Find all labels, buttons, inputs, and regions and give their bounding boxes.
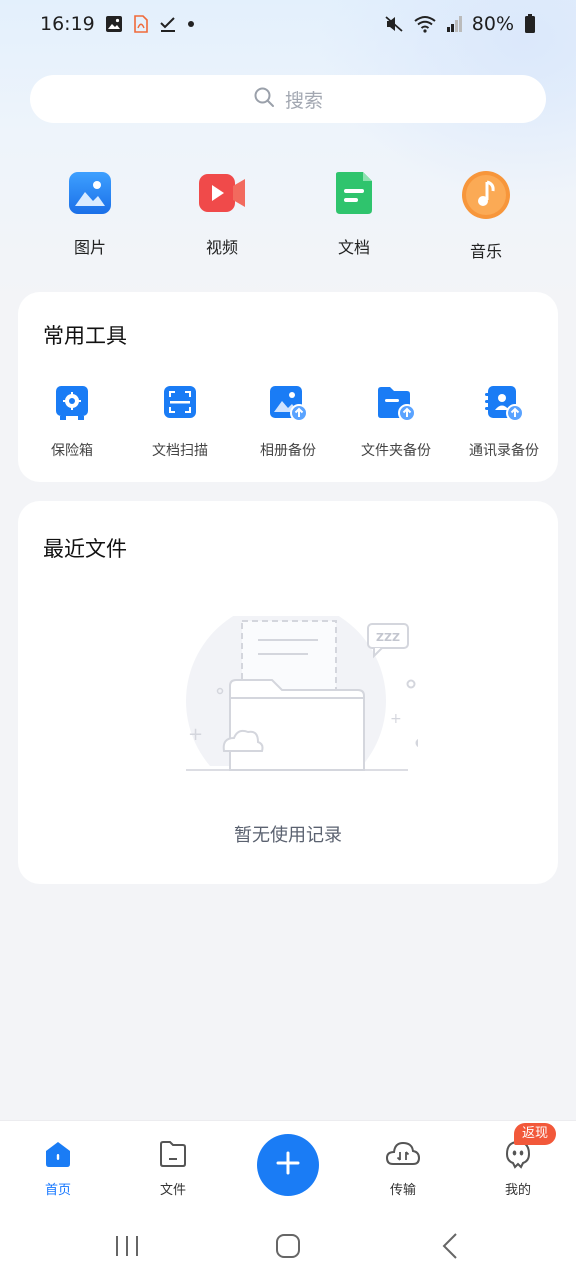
tool-safe[interactable]: 保险箱 — [18, 384, 126, 460]
nav-label: 我的 — [504, 1183, 531, 1198]
cashback-badge: 返现 — [514, 1123, 557, 1145]
transfer-cloud-icon — [385, 1139, 421, 1173]
category-music[interactable]: 音乐 — [436, 170, 536, 262]
battery-percentage: 80% — [471, 13, 514, 35]
scan-icon — [162, 384, 198, 426]
safe-icon — [54, 384, 90, 426]
tool-scan[interactable]: 文档扫描 — [126, 384, 234, 460]
nav-transfer[interactable]: 传输 — [363, 1139, 443, 1198]
sleep-zzz-text: ZZZ — [376, 631, 400, 644]
task-done-icon — [159, 15, 177, 33]
category-documents[interactable]: 文档 — [304, 170, 404, 258]
video-icon — [197, 170, 247, 220]
tool-label: 相册备份 — [260, 443, 316, 459]
tool-label: 保险箱 — [51, 443, 93, 459]
category-label: 音乐 — [469, 242, 502, 261]
signal-icon — [446, 15, 462, 33]
common-tools-title: 常用工具 — [43, 324, 127, 348]
common-tools-card: 常用工具 保险箱 文档扫描 相册备份 文件夹备份 通讯录备份 — [18, 292, 558, 482]
battery-icon — [524, 14, 536, 34]
recent-files-card: 最近文件 ZZZ + + 暂无使用记录 — [18, 501, 558, 884]
add-button[interactable] — [257, 1134, 319, 1196]
recent-files-title: 最近文件 — [43, 537, 127, 561]
nav-files[interactable]: 文件 — [133, 1139, 213, 1198]
svg-text:+: + — [390, 711, 402, 727]
file-icon — [158, 1139, 188, 1173]
more-notifications-dot-icon — [187, 20, 195, 28]
nav-home[interactable]: 首页 — [18, 1139, 98, 1198]
status-time: 16:19 — [40, 13, 95, 35]
image-icon — [67, 170, 113, 220]
tool-label: 文档扫描 — [152, 443, 208, 459]
tool-label: 文件夹备份 — [361, 443, 431, 459]
search-bar[interactable]: 搜索 — [30, 75, 546, 123]
wifi-icon — [414, 15, 436, 33]
search-icon — [253, 86, 275, 113]
home-system-icon[interactable] — [275, 1233, 301, 1263]
music-icon — [461, 170, 511, 224]
mute-icon — [384, 15, 404, 33]
empty-state-text: 暂无使用记录 — [234, 825, 342, 846]
nav-label: 首页 — [44, 1183, 71, 1198]
contacts-backup-icon — [484, 384, 524, 426]
plus-icon — [276, 1151, 300, 1179]
back-icon[interactable] — [440, 1232, 460, 1264]
tool-contacts-backup[interactable]: 通讯录备份 — [450, 384, 558, 460]
category-label: 文档 — [337, 238, 370, 257]
tool-folder-backup[interactable]: 文件夹备份 — [342, 384, 450, 460]
tool-label: 通讯录备份 — [469, 443, 539, 459]
category-label: 图片 — [73, 238, 106, 257]
recent-apps-icon[interactable] — [114, 1234, 140, 1262]
album-backup-icon — [268, 384, 308, 426]
category-label: 视频 — [205, 238, 238, 257]
search-placeholder: 搜索 — [284, 89, 323, 112]
status-bar: 16:19 80% — [0, 0, 576, 48]
home-icon — [43, 1139, 73, 1173]
category-videos[interactable]: 视频 — [172, 170, 272, 258]
svg-text:+: + — [188, 724, 203, 745]
category-images[interactable]: 图片 — [40, 170, 140, 258]
system-navigation-bar — [0, 1212, 576, 1280]
document-icon — [331, 170, 377, 220]
empty-state-illustration: ZZZ + + — [168, 616, 418, 776]
bottom-navigation: 首页 文件 传输 我的 — [0, 1120, 576, 1212]
category-shortcuts: 图片 视频 文档 音乐 — [0, 170, 576, 262]
nav-label: 传输 — [389, 1183, 416, 1198]
gallery-notification-icon — [105, 15, 123, 33]
nav-profile[interactable]: 我的 — [478, 1139, 558, 1198]
nav-label: 文件 — [159, 1183, 186, 1198]
tool-album-backup[interactable]: 相册备份 — [234, 384, 342, 460]
pdf-notification-icon — [133, 15, 149, 33]
folder-backup-icon — [376, 384, 416, 426]
